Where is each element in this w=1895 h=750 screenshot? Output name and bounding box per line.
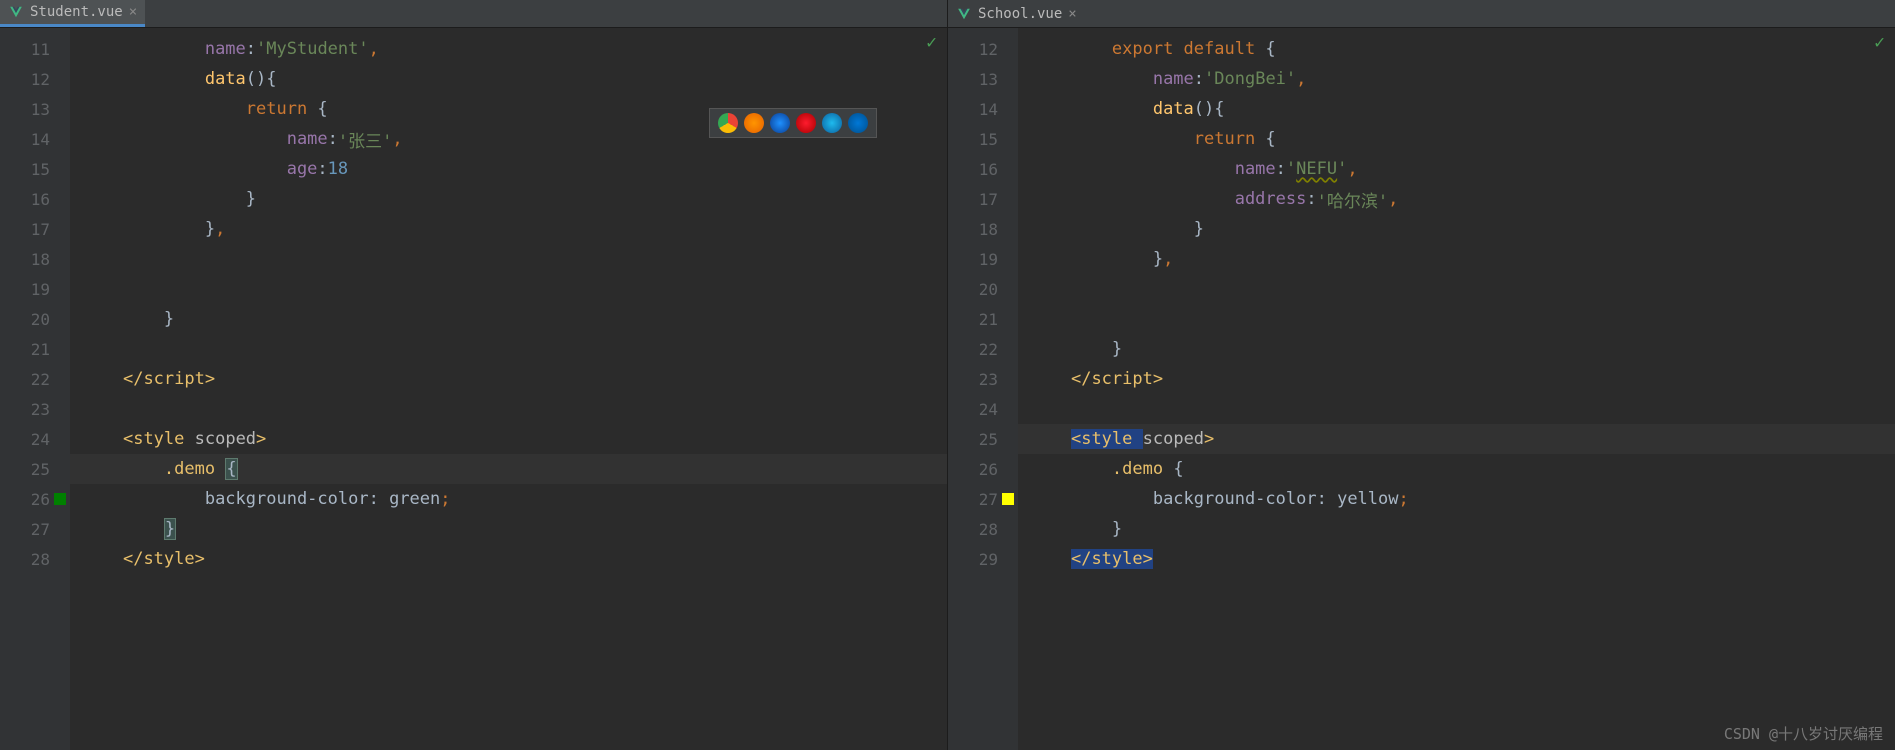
edge-icon[interactable] (848, 113, 868, 133)
line-number: 22 (0, 364, 70, 394)
line-number: 23 (0, 394, 70, 424)
code-line[interactable]: }, (1018, 244, 1895, 274)
code-line[interactable]: <style scoped> (70, 424, 947, 454)
line-number: 21 (0, 334, 70, 364)
code-line[interactable]: name:'MyStudent', (70, 34, 947, 64)
code-line[interactable]: } (1018, 514, 1895, 544)
code-line[interactable]: } (1018, 334, 1895, 364)
code-line[interactable] (70, 394, 947, 424)
tab-label: Student.vue (30, 4, 123, 20)
code-line[interactable]: return { (1018, 124, 1895, 154)
code-line[interactable] (1018, 274, 1895, 304)
inspection-pass-icon: ✓ (1874, 32, 1885, 53)
gutter-right: 121314151617181920212223242526272829 (948, 28, 1018, 750)
line-number: 20 (948, 274, 1018, 304)
vue-icon (8, 4, 24, 20)
line-number: 12 (0, 64, 70, 94)
code-line[interactable]: </script> (70, 364, 947, 394)
firefox-icon[interactable] (744, 113, 764, 133)
line-number: 15 (948, 124, 1018, 154)
line-number: 13 (0, 94, 70, 124)
code-line[interactable]: .demo { (1018, 454, 1895, 484)
line-number: 19 (948, 244, 1018, 274)
line-number: 16 (948, 154, 1018, 184)
line-number: 12 (948, 34, 1018, 64)
line-number: 24 (948, 394, 1018, 424)
line-number: 21 (948, 304, 1018, 334)
line-number: 15 (0, 154, 70, 184)
line-number: 13 (948, 64, 1018, 94)
line-number: 27 (0, 514, 70, 544)
line-number: 23 (948, 364, 1018, 394)
gutter-left: 111213141516171819202122232425262728 (0, 28, 70, 750)
editor-right[interactable]: 121314151617181920212223242526272829 ✓ e… (948, 28, 1895, 750)
tab-bar-left: Student.vue × (0, 0, 947, 28)
line-number: 24 (0, 424, 70, 454)
close-icon[interactable]: × (129, 4, 137, 20)
code-area-right[interactable]: ✓ export default { name:'DongBei', data(… (1018, 28, 1895, 750)
line-number: 17 (948, 184, 1018, 214)
line-number: 19 (0, 274, 70, 304)
browser-bar (709, 108, 877, 138)
editor-left[interactable]: 111213141516171819202122232425262728 ✓ n… (0, 28, 947, 750)
line-number: 25 (0, 454, 70, 484)
tab-student-vue[interactable]: Student.vue × (0, 0, 145, 27)
line-number: 14 (0, 124, 70, 154)
line-number: 14 (948, 94, 1018, 124)
line-number: 20 (0, 304, 70, 334)
color-swatch[interactable] (1002, 493, 1014, 505)
code-line[interactable]: export default { (1018, 34, 1895, 64)
code-line[interactable]: background-color: green; (70, 484, 947, 514)
code-line[interactable] (1018, 394, 1895, 424)
code-line[interactable]: </style> (70, 544, 947, 574)
code-line[interactable]: .demo { (70, 454, 947, 484)
watermark: CSDN @十八岁讨厌编程 (1724, 723, 1883, 744)
inspection-pass-icon: ✓ (926, 32, 937, 53)
code-line[interactable]: address:'哈尔滨', (1018, 184, 1895, 214)
line-number: 16 (0, 184, 70, 214)
code-line[interactable]: } (1018, 214, 1895, 244)
close-icon[interactable]: × (1068, 6, 1076, 22)
vue-icon (956, 6, 972, 22)
tab-label: School.vue (978, 6, 1062, 22)
line-number: 11 (0, 34, 70, 64)
code-line[interactable]: } (70, 184, 947, 214)
safari-icon[interactable] (770, 113, 790, 133)
opera-icon[interactable] (796, 113, 816, 133)
line-number: 26 (948, 454, 1018, 484)
code-line[interactable]: </script> (1018, 364, 1895, 394)
code-line[interactable] (70, 244, 947, 274)
editor-pane-left: Student.vue × 11121314151617181920212223… (0, 0, 948, 750)
code-line[interactable]: data(){ (1018, 94, 1895, 124)
code-line[interactable]: } (70, 514, 947, 544)
code-line[interactable]: } (70, 304, 947, 334)
code-line[interactable]: age:18 (70, 154, 947, 184)
code-line[interactable] (1018, 304, 1895, 334)
ie-icon[interactable] (822, 113, 842, 133)
code-line[interactable] (70, 334, 947, 364)
code-line[interactable]: data(){ (70, 64, 947, 94)
color-swatch[interactable] (54, 493, 66, 505)
code-line[interactable]: }, (70, 214, 947, 244)
tab-school-vue[interactable]: School.vue × (948, 0, 1085, 27)
line-number: 25 (948, 424, 1018, 454)
editor-pane-right: School.vue × 121314151617181920212223242… (948, 0, 1895, 750)
line-number: 22 (948, 334, 1018, 364)
line-number: 17 (0, 214, 70, 244)
tab-bar-right: School.vue × (948, 0, 1895, 28)
code-line[interactable]: name:'NEFU', (1018, 154, 1895, 184)
code-line[interactable]: </style> (1018, 544, 1895, 574)
line-number: 28 (0, 544, 70, 574)
code-line[interactable] (70, 274, 947, 304)
line-number: 27 (948, 484, 1018, 514)
line-number: 18 (0, 244, 70, 274)
line-number: 18 (948, 214, 1018, 244)
chrome-icon[interactable] (718, 113, 738, 133)
line-number: 29 (948, 544, 1018, 574)
code-line[interactable]: <style scoped> (1018, 424, 1895, 454)
line-number: 26 (0, 484, 70, 514)
code-line[interactable]: background-color: yellow; (1018, 484, 1895, 514)
code-line[interactable]: name:'DongBei', (1018, 64, 1895, 94)
line-number: 28 (948, 514, 1018, 544)
